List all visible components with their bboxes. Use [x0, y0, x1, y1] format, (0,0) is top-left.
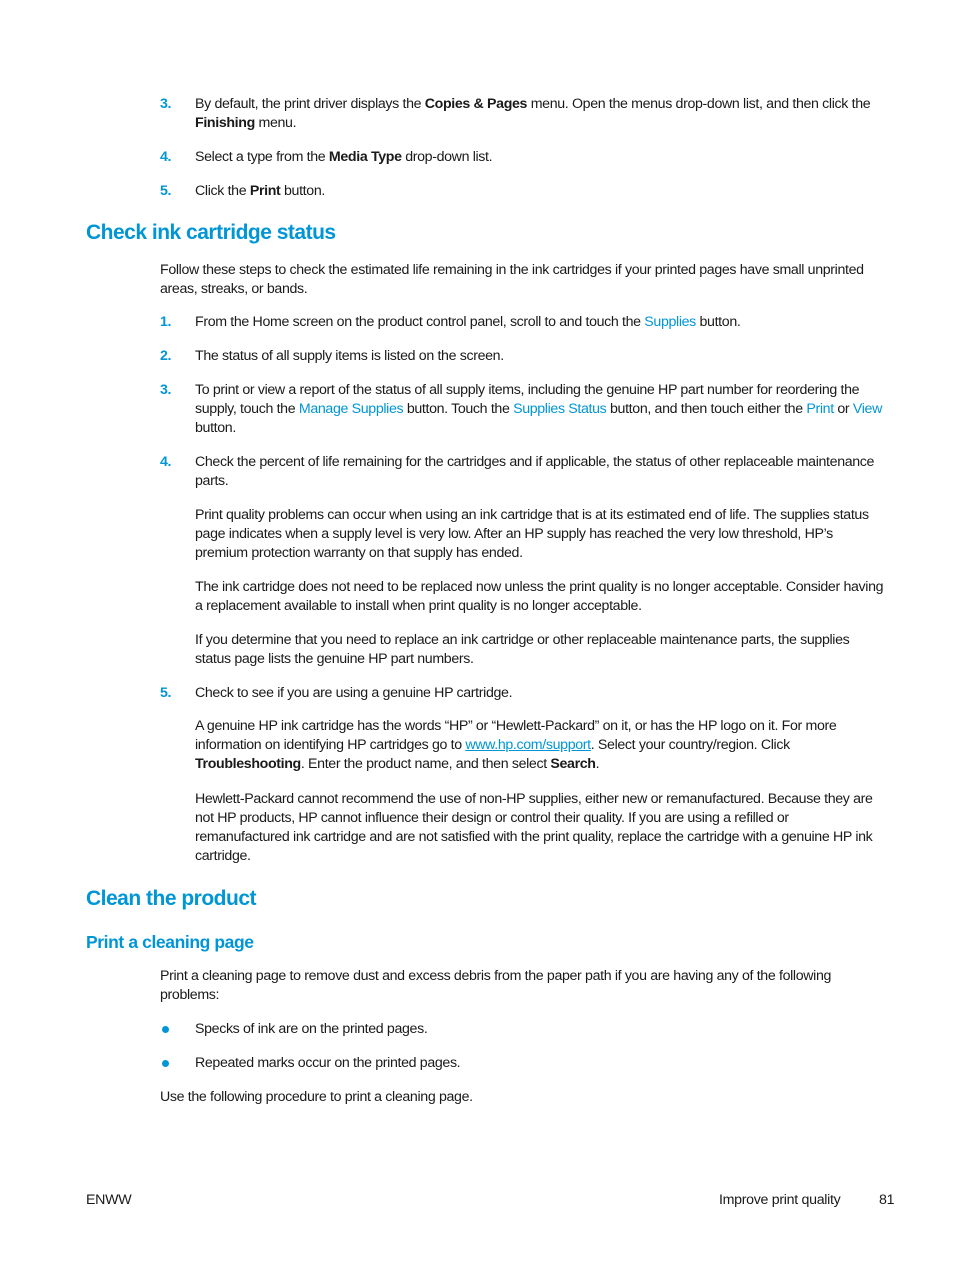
ui-term-search: Search — [550, 756, 596, 772]
view-button-term: View — [852, 401, 882, 417]
step-number: 3. — [160, 382, 172, 398]
step-text: Click the Print button. — [195, 183, 325, 199]
supplies-status-button-term: Supplies Status — [513, 401, 607, 417]
step-number: 2. — [160, 348, 172, 364]
document-page: 3. By default, the print driver displays… — [0, 0, 954, 1270]
subheading-print-a-cleaning-page: Print a cleaning page — [86, 932, 254, 952]
ink-step-5-non-hp-paragraph: Hewlett-Packard cannot recommend the use… — [195, 791, 873, 864]
supplies-button-term: Supplies — [644, 314, 696, 330]
step-text: Check the percent of life remaining for … — [195, 454, 875, 489]
step-text: To print or view a report of the status … — [195, 382, 882, 436]
ink-step-5: 5. Check to see if you are using a genui… — [160, 684, 885, 703]
step-number: 5. — [160, 183, 172, 199]
manage-supplies-button-term: Manage Supplies — [298, 401, 404, 417]
ink-intro-paragraph: Follow these steps to check the estimate… — [160, 262, 864, 297]
ink-step-2: 2. The status of all supply items is lis… — [160, 347, 885, 366]
heading-clean-the-product: Clean the product — [86, 887, 257, 910]
ui-term-troubleshooting: Troubleshooting — [195, 756, 301, 772]
bullet-icon — [162, 1026, 169, 1033]
ink-step-4-note-1: Print quality problems can occur when us… — [195, 507, 869, 561]
step-5-print: 5. Click the Print button. — [160, 182, 885, 201]
print-button-term: Print — [806, 401, 834, 417]
step-4-media-type: 4. Select a type from the Media Type dro… — [160, 148, 885, 167]
step-text: Select a type from the Media Type drop-d… — [195, 149, 493, 165]
bullet-icon — [162, 1060, 169, 1067]
clean-outro-paragraph: Use the following procedure to print a c… — [160, 1089, 473, 1105]
ink-step-1: 1. From the Home screen on the product c… — [160, 313, 885, 332]
step-text: The status of all supply items is listed… — [195, 348, 504, 364]
step-number: 4. — [160, 149, 172, 165]
footer-page-number: 81 — [879, 1192, 895, 1208]
ink-step-4-note-3: If you determine that you need to replac… — [195, 632, 850, 667]
footer-section-title: Improve print quality — [719, 1192, 841, 1208]
ink-step-3: 3. To print or view a report of the stat… — [160, 381, 885, 438]
ui-term-copies-pages: Copies & Pages — [424, 96, 528, 112]
ui-term-print: Print — [249, 183, 281, 199]
ink-step-4-note-2: The ink cartridge does not need to be re… — [195, 579, 884, 614]
step-text: Check to see if you are using a genuine … — [195, 685, 513, 701]
footer-doc-code: ENWW — [86, 1192, 132, 1208]
hp-support-link[interactable]: www.hp.com/support — [465, 737, 591, 753]
bullet-item: Repeated marks occur on the printed page… — [160, 1054, 885, 1073]
ui-term-finishing: Finishing — [195, 115, 255, 131]
step-number: 5. — [160, 685, 172, 701]
ui-term-media-type: Media Type — [328, 149, 402, 165]
step-number: 4. — [160, 454, 172, 470]
ink-step-5-genuine-paragraph: A genuine HP ink cartridge has the words… — [195, 718, 837, 772]
step-number: 3. — [160, 96, 172, 112]
step-text: From the Home screen on the product cont… — [195, 314, 741, 330]
ink-step-4: 4. Check the percent of life remaining f… — [160, 453, 885, 491]
step-number: 1. — [160, 314, 172, 330]
clean-intro-paragraph: Print a cleaning page to remove dust and… — [160, 968, 832, 1003]
bullet-item: Specks of ink are on the printed pages. — [160, 1020, 885, 1039]
heading-check-ink-cartridge-status: Check ink cartridge status — [86, 221, 336, 244]
step-3-finishing: 3. By default, the print driver displays… — [160, 95, 885, 133]
step-text: By default, the print driver displays th… — [195, 96, 871, 131]
